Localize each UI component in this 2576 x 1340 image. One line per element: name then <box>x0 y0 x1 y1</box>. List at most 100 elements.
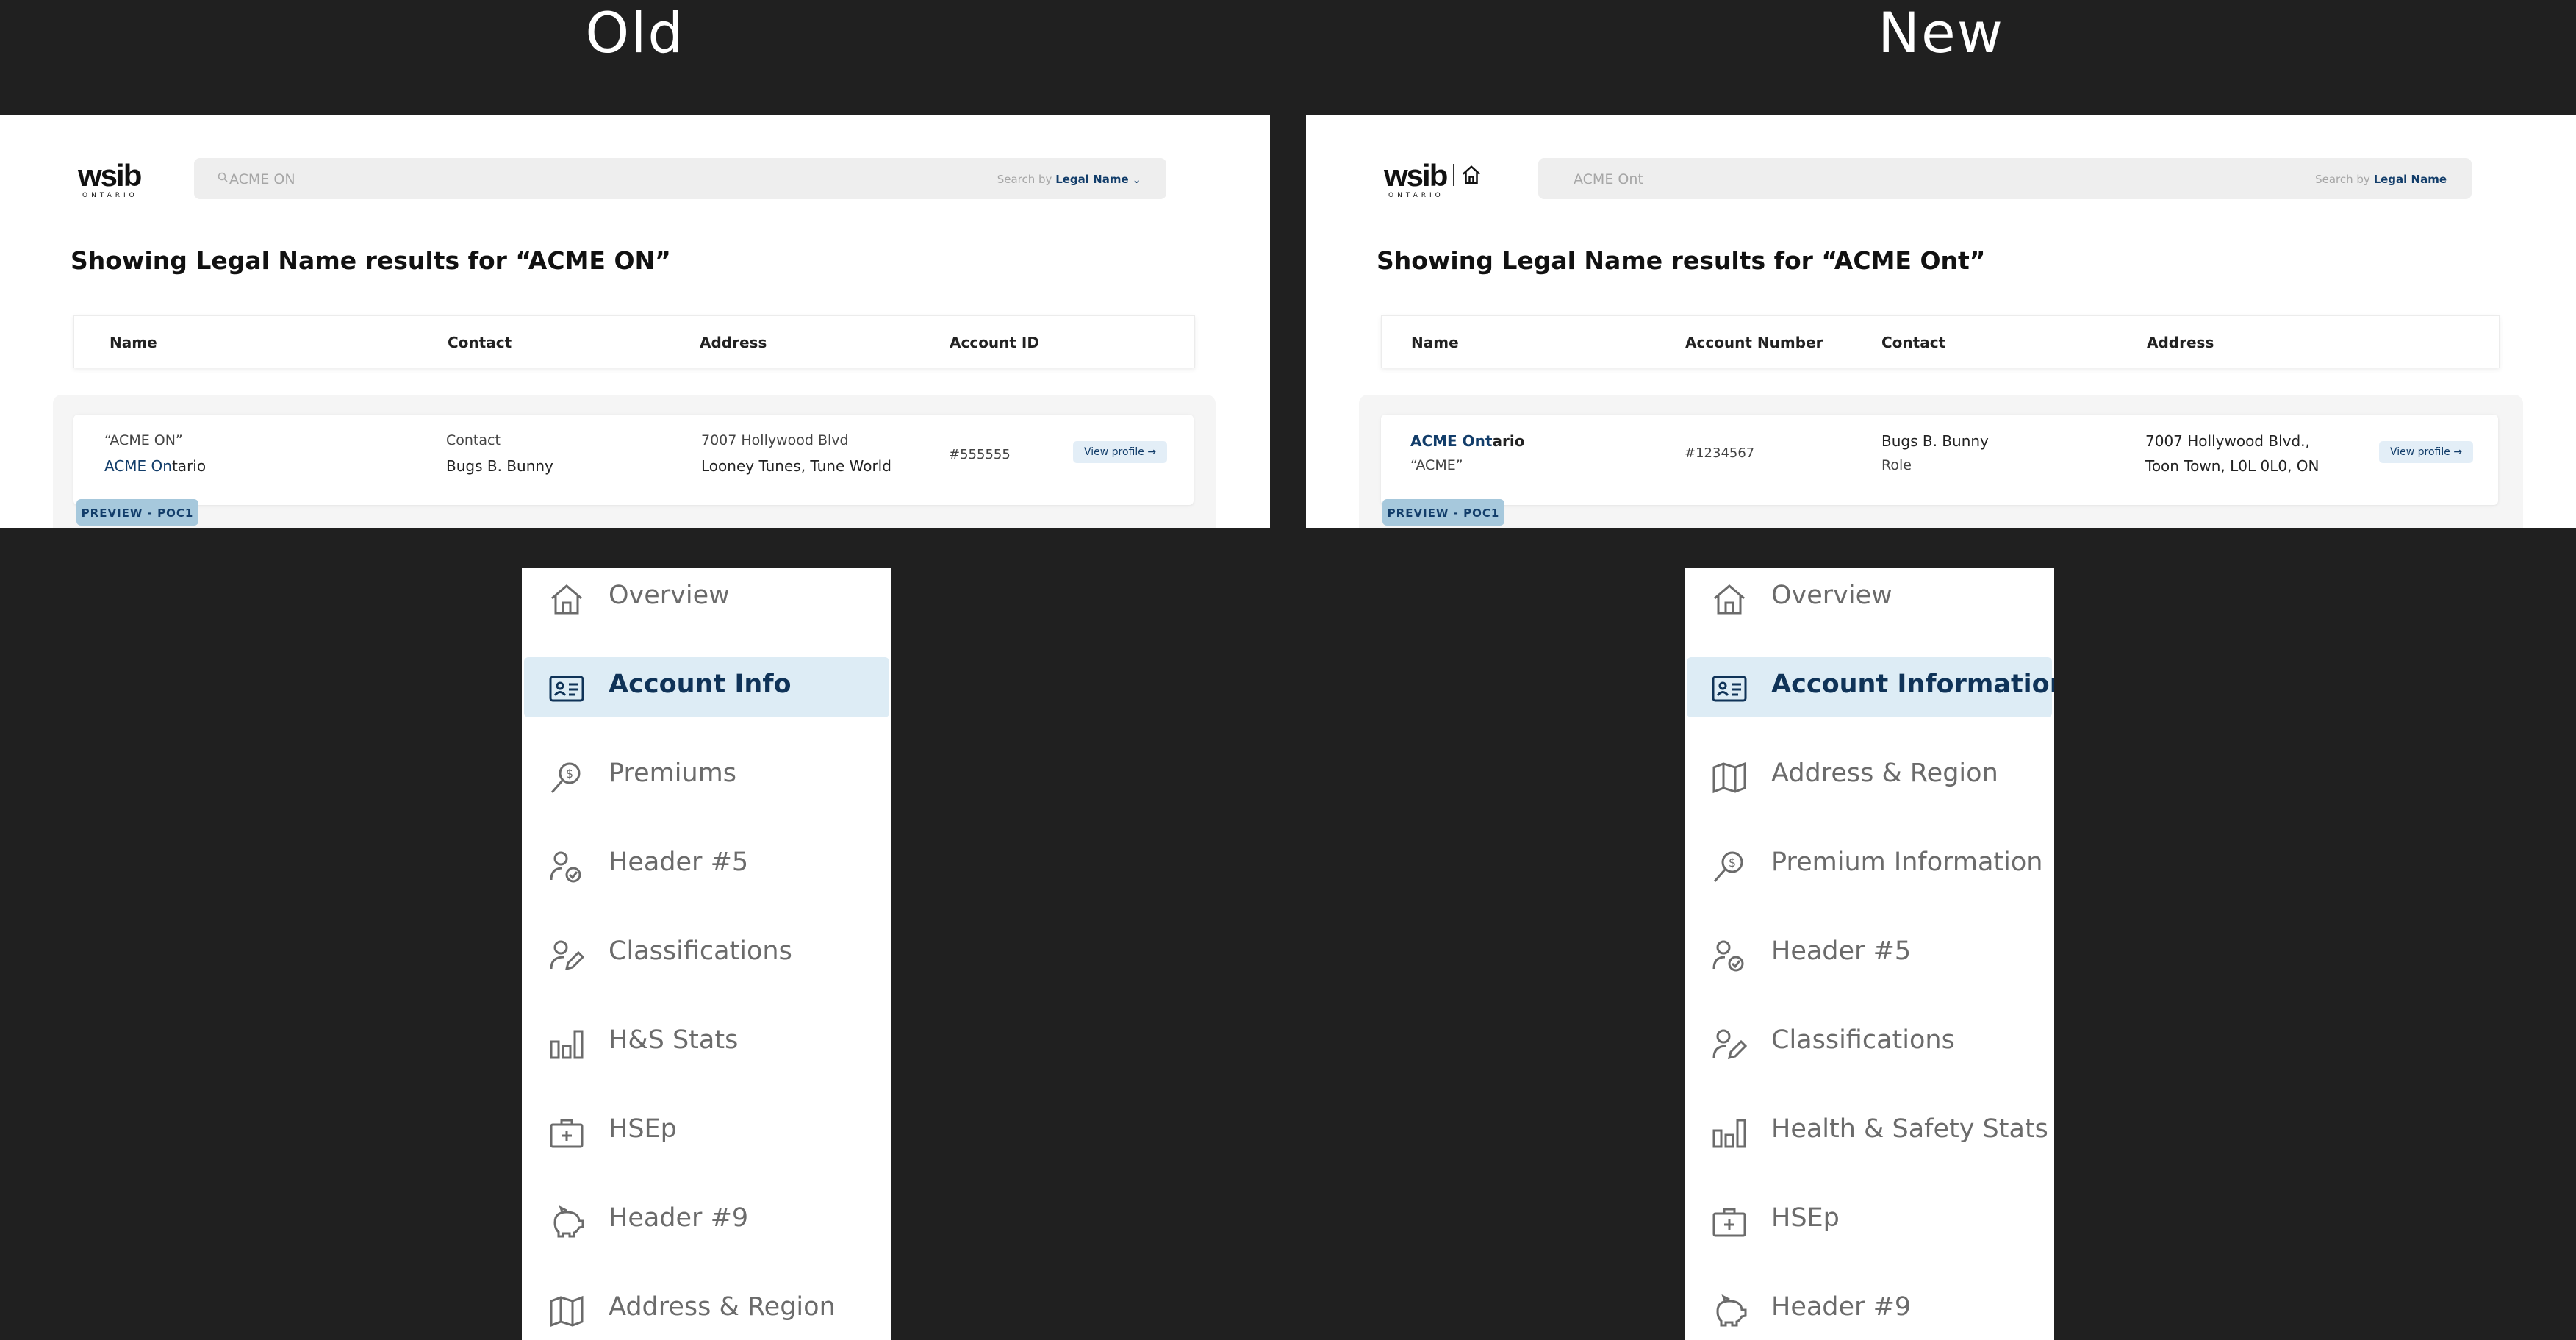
search-icon <box>218 172 228 182</box>
search-by-selector[interactable]: Search by Legal Name ⌄ <box>997 173 1141 186</box>
new-search-results-panel: wsib ONTARIO ACME Ont Search by Legal Na… <box>1306 115 2576 528</box>
address-line2: Toon Town, L0L 0L0, ON <box>2145 457 2320 475</box>
search-by-field: Legal Name <box>1055 173 1129 186</box>
logo-subtitle: ONTARIO <box>82 192 138 199</box>
user-edit-icon <box>1712 1029 1748 1060</box>
sidebar-item-health-safety-stats[interactable]: Health & Safety Stats <box>1687 1102 2052 1162</box>
sidebar-item-premium-information[interactable]: $ Premium Information <box>1687 835 2052 895</box>
table-row[interactable]: “ACME ON” ACME Ontario Contact Bugs B. B… <box>73 415 1194 505</box>
sidebar-item-account-information[interactable]: Account Information <box>1687 657 2054 717</box>
contact-role: Role <box>1881 457 1912 473</box>
page-title: Showing Legal Name results for “ACME ON” <box>71 246 671 275</box>
first-aid-icon <box>1712 1208 1746 1237</box>
sidebar-item-label: Address & Region <box>1771 759 1998 788</box>
sidebar-item-premiums[interactable]: $ Premiums <box>524 746 889 806</box>
sidebar-item-header-5[interactable]: Header #5 <box>524 835 889 895</box>
id-card-icon <box>549 676 584 702</box>
svg-text:$: $ <box>1729 856 1736 870</box>
sidebar-item-label: Overview <box>1771 581 1892 610</box>
new-sidebar-nav: Overview Account Information Address & Reg… <box>1685 568 2054 1340</box>
sidebar-item-hsep[interactable]: HSEp <box>524 1102 889 1162</box>
name-quoted: “ACME” <box>1410 457 1463 473</box>
sidebar-item-label: Header #5 <box>1771 936 1912 966</box>
sidebar-item-label: Account Info <box>609 670 792 699</box>
name-rest: tario <box>171 457 207 475</box>
new-heading: New <box>1878 0 2004 65</box>
old-heading: Old <box>585 0 685 65</box>
logo-subtitle: ONTARIO <box>1388 192 1444 199</box>
table-header: Name Contact Address Account ID <box>73 315 1195 368</box>
sidebar-item-address-region[interactable]: Address & Region <box>524 1280 889 1340</box>
column-header: Account ID <box>950 334 1039 351</box>
old-sidebar-nav: Overview Account Info $ Premiums Header #5 Cl… <box>522 568 891 1340</box>
sidebar-item-label: Header #5 <box>609 848 749 877</box>
sidebar-item-overview[interactable]: Overview <box>1687 568 2052 628</box>
wsib-logo[interactable]: wsib ONTARIO <box>78 158 142 200</box>
column-header: Address <box>700 334 767 351</box>
address-line1: 7007 Hollywood Blvd <box>701 432 849 448</box>
contact-name: Bugs B. Bunny <box>1881 432 1989 450</box>
dollar-search-icon: $ <box>1713 851 1743 882</box>
name-quoted: “ACME ON” <box>104 432 183 448</box>
account-number: #1234567 <box>1685 445 1755 461</box>
name-primary[interactable]: ACME Ontario <box>1410 432 1524 450</box>
sidebar-item-label: Classifications <box>609 936 792 966</box>
sidebar-item-overview[interactable]: Overview <box>524 568 889 628</box>
sidebar-item-classifications[interactable]: Classifications <box>1687 1013 2052 1073</box>
search-by-field: Legal Name <box>2373 173 2447 186</box>
sidebar-item-address-region[interactable]: Address & Region <box>1687 746 2052 806</box>
logo-wordmark: wsib <box>78 158 142 193</box>
sidebar-item-account-info[interactable]: Account Info <box>524 657 889 717</box>
bar-chart-icon <box>1712 1119 1746 1148</box>
column-header: Contact <box>448 334 512 351</box>
search-query[interactable]: ACME Ont <box>1574 171 1643 187</box>
sidebar-item-header-5[interactable]: Header #5 <box>1687 924 2052 984</box>
sidebar-item-label: HSEp <box>609 1114 677 1144</box>
first-aid-icon <box>550 1119 584 1148</box>
sidebar-item-classifications[interactable]: Classifications <box>524 924 889 984</box>
view-profile-label: View profile <box>1083 446 1144 458</box>
name-highlight: ACME Ont <box>1410 432 1493 450</box>
search-bar[interactable]: ACME ON Search by Legal Name ⌄ <box>194 158 1166 199</box>
address-line2: Looney Tunes, Tune World <box>701 457 891 475</box>
map-icon <box>550 1295 584 1328</box>
sidebar-item-header-9[interactable]: Header #9 <box>1687 1280 2052 1340</box>
name-highlight: ACME On <box>104 457 172 475</box>
sidebar-item-label: Classifications <box>1771 1025 1955 1055</box>
home-icon <box>551 584 582 615</box>
view-profile-button[interactable]: View profile → <box>1073 441 1167 463</box>
bar-chart-icon <box>550 1030 584 1059</box>
wsib-logo[interactable]: wsib ONTARIO <box>1384 160 1448 200</box>
page-title: Showing Legal Name results for “ACME Ont… <box>1377 246 1986 275</box>
sidebar-item-hsep[interactable]: HSEp <box>1687 1191 2052 1251</box>
user-edit-icon <box>550 940 585 971</box>
home-icon[interactable] <box>1460 164 1482 186</box>
column-header: Account Number <box>1685 334 1823 351</box>
search-query[interactable]: ACME ON <box>229 171 295 187</box>
chevron-down-icon: ⌄ <box>1132 173 1141 186</box>
account-id: #555555 <box>949 447 1011 462</box>
sidebar-item-label: Header #9 <box>609 1203 749 1233</box>
home-icon <box>1714 584 1745 615</box>
name-primary[interactable]: ACME Ontario <box>104 457 206 475</box>
sidebar-item-header-9[interactable]: Header #9 <box>524 1191 889 1251</box>
table-row[interactable]: ACME Ontario “ACME” #1234567 Bugs B. Bun… <box>1381 415 2498 505</box>
logo-divider <box>1453 164 1454 186</box>
search-by-selector[interactable]: Search by Legal Name <box>2315 173 2447 186</box>
search-bar[interactable]: ACME Ont Search by Legal Name <box>1538 158 2472 199</box>
piggy-bank-icon <box>1716 1294 1747 1327</box>
contact-label: Contact <box>446 432 501 448</box>
address-line1: 7007 Hollywood Blvd., <box>2145 432 2310 450</box>
sidebar-item-h-s-stats[interactable]: H&S Stats <box>524 1013 889 1073</box>
sidebar-item-label: Header #9 <box>1771 1292 1912 1322</box>
view-profile-label: View profile <box>2389 446 2450 458</box>
sidebar-item-label: Premiums <box>609 759 736 788</box>
sidebar-item-label: HSEp <box>1771 1203 1840 1233</box>
view-profile-button[interactable]: View profile → <box>2379 441 2473 463</box>
user-check-icon <box>550 851 581 883</box>
user-check-icon <box>1712 940 1744 972</box>
contact-name: Bugs B. Bunny <box>446 457 553 475</box>
column-header: Contact <box>1881 334 1946 351</box>
sidebar-item-label: Overview <box>609 581 730 610</box>
preview-badge: PREVIEW - POC1 <box>76 499 198 526</box>
